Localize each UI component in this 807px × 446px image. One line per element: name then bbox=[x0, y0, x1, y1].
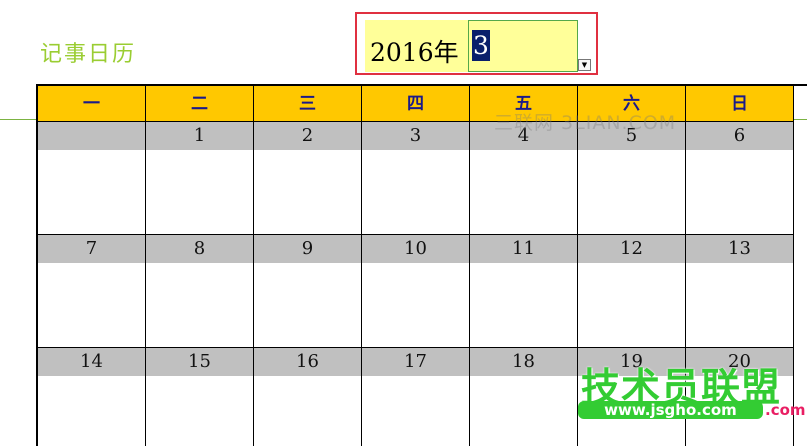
note-cell[interactable] bbox=[362, 376, 470, 446]
note-cell[interactable] bbox=[254, 150, 362, 235]
week-2-dates: 7 8 9 10 11 12 13 bbox=[38, 235, 807, 263]
note-cell[interactable] bbox=[578, 150, 686, 235]
week-2-notes bbox=[38, 263, 807, 348]
note-cell[interactable] bbox=[470, 150, 578, 235]
date-cell[interactable]: 7 bbox=[38, 235, 146, 263]
note-cell[interactable] bbox=[38, 263, 146, 348]
year-label: 2016年 bbox=[370, 38, 459, 67]
date-cell[interactable]: 3 bbox=[362, 122, 470, 150]
weekday-sun: 日 bbox=[686, 86, 794, 122]
date-cell[interactable]: 9 bbox=[254, 235, 362, 263]
logo-tld: .com bbox=[765, 401, 806, 419]
note-cell[interactable] bbox=[254, 376, 362, 446]
date-cell[interactable]: 13 bbox=[686, 235, 794, 263]
date-cell[interactable]: 8 bbox=[146, 235, 254, 263]
weekday-header-row: 一 二 三 四 五 六 日 bbox=[38, 86, 807, 122]
week-1-notes bbox=[38, 150, 807, 235]
date-cell[interactable] bbox=[38, 122, 146, 150]
date-cell[interactable]: 11 bbox=[470, 235, 578, 263]
note-cell[interactable] bbox=[38, 376, 146, 446]
note-cell[interactable] bbox=[146, 376, 254, 446]
note-cell[interactable] bbox=[38, 150, 146, 235]
note-cell[interactable] bbox=[686, 150, 794, 235]
weekday-wed: 三 bbox=[254, 86, 362, 122]
site-logo: 技术员联盟 www.jsgho.com .com bbox=[575, 357, 807, 427]
note-cell[interactable] bbox=[362, 150, 470, 235]
week-1-dates: 1 2 3 4 5 6 bbox=[38, 122, 807, 150]
site-watermark: 三联网 3LIAN.COM bbox=[494, 112, 677, 134]
date-cell[interactable]: 18 bbox=[470, 348, 578, 376]
date-cell[interactable]: 10 bbox=[362, 235, 470, 263]
dropdown-arrow-icon[interactable]: ▼ bbox=[578, 59, 591, 71]
date-cell[interactable]: 12 bbox=[578, 235, 686, 263]
weekday-mon: 一 bbox=[38, 86, 146, 122]
note-cell[interactable] bbox=[686, 263, 794, 348]
weekday-tue: 二 bbox=[146, 86, 254, 122]
note-cell[interactable] bbox=[578, 263, 686, 348]
note-cell[interactable] bbox=[254, 263, 362, 348]
date-cell[interactable]: 6 bbox=[686, 122, 794, 150]
date-cell[interactable]: 2 bbox=[254, 122, 362, 150]
note-cell[interactable] bbox=[146, 263, 254, 348]
calendar-title: 记事日历 bbox=[40, 42, 137, 67]
logo-url: www.jsgho.com bbox=[578, 401, 763, 419]
date-cell[interactable]: 1 bbox=[146, 122, 254, 150]
date-cell[interactable]: 17 bbox=[362, 348, 470, 376]
note-cell[interactable] bbox=[146, 150, 254, 235]
date-cell[interactable]: 15 bbox=[146, 348, 254, 376]
note-cell[interactable] bbox=[362, 263, 470, 348]
note-cell[interactable] bbox=[470, 376, 578, 446]
weekday-thu: 四 bbox=[362, 86, 470, 122]
month-value[interactable]: 3 bbox=[472, 30, 490, 61]
date-cell[interactable]: 16 bbox=[254, 348, 362, 376]
date-cell[interactable]: 14 bbox=[38, 348, 146, 376]
note-cell[interactable] bbox=[470, 263, 578, 348]
